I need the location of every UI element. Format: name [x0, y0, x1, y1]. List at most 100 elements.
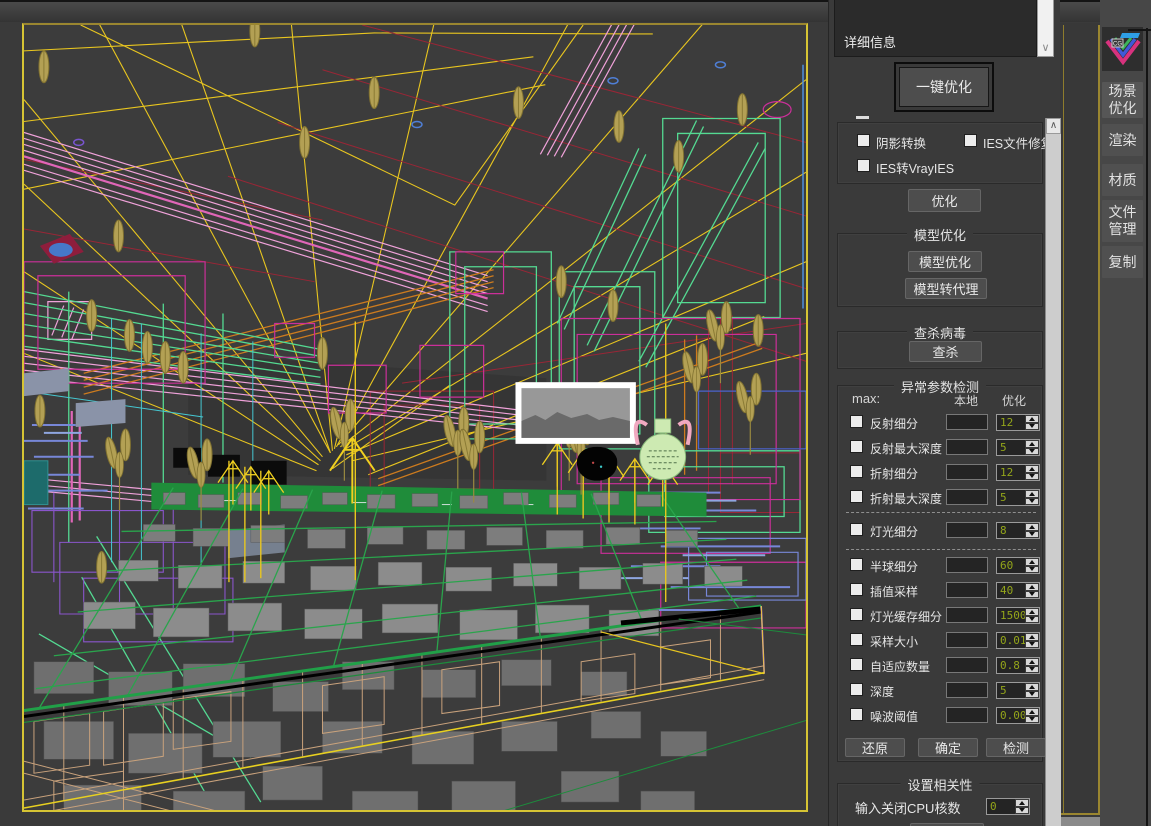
local-input[interactable]: [946, 657, 988, 673]
chevron-down-icon[interactable]: ∨: [1038, 43, 1053, 54]
local-input[interactable]: [946, 607, 988, 623]
spinner-buttons[interactable]: [1025, 440, 1039, 455]
tab-file-manage[interactable]: 文件管理: [1102, 200, 1143, 242]
local-input[interactable]: [946, 414, 988, 430]
value-spinner[interactable]: 8: [996, 522, 1040, 539]
chevron-up-icon[interactable]: ∧: [1046, 118, 1061, 134]
model-optimize-button[interactable]: 模型优化: [908, 251, 982, 272]
value-spinner[interactable]: 0.8: [996, 657, 1040, 674]
spin-up-icon[interactable]: [1025, 415, 1039, 423]
local-input[interactable]: [946, 682, 988, 698]
spin-down-icon[interactable]: [1025, 423, 1039, 431]
spin-up-icon[interactable]: [1015, 799, 1029, 807]
spin-up-icon[interactable]: [1025, 465, 1039, 473]
shadow-convert-checkbox[interactable]: [857, 134, 870, 147]
info-listbox[interactable]: 详细信息: [834, 0, 1037, 57]
spin-down-icon[interactable]: [1025, 448, 1039, 456]
spin-up-icon[interactable]: [1025, 633, 1039, 641]
value-spinner[interactable]: 12: [996, 414, 1040, 431]
tab-material[interactable]: 材质: [1102, 164, 1143, 196]
param-checkbox[interactable]: [850, 490, 863, 503]
param-checkbox[interactable]: [850, 583, 863, 596]
param-checkbox[interactable]: [850, 708, 863, 721]
spin-up-icon[interactable]: [1025, 440, 1039, 448]
info-scrollbar[interactable]: ∨: [1037, 0, 1054, 57]
restore-button[interactable]: 还原: [845, 738, 905, 757]
local-input[interactable]: [946, 464, 988, 480]
param-label: 插值采样: [870, 583, 918, 600]
spin-down-icon[interactable]: [1025, 591, 1039, 599]
viewport-3d[interactable]: [22, 23, 808, 812]
ies-fix-checkbox[interactable]: [964, 134, 977, 147]
spinner-buttons[interactable]: [1025, 583, 1039, 598]
virus-scan-button[interactable]: 查杀: [909, 341, 982, 362]
value-spinner[interactable]: 5: [996, 489, 1040, 506]
spin-up-icon[interactable]: [1025, 658, 1039, 666]
spinner-buttons[interactable]: [1025, 633, 1039, 648]
param-checkbox[interactable]: [850, 415, 863, 428]
local-input[interactable]: [946, 582, 988, 598]
value-spinner[interactable]: 60: [996, 557, 1040, 574]
spin-down-icon[interactable]: [1025, 566, 1039, 574]
param-checkbox[interactable]: [850, 558, 863, 571]
cpu-cores-spinner[interactable]: 0: [986, 798, 1030, 815]
value-spinner[interactable]: 0.00: [996, 707, 1040, 724]
param-checkbox[interactable]: [850, 658, 863, 671]
value-spinner[interactable]: 0.01: [996, 632, 1040, 649]
model-proxy-button[interactable]: 模型转代理: [905, 278, 987, 299]
spinner-buttons[interactable]: [1025, 708, 1039, 723]
value-spinner[interactable]: 40: [996, 582, 1040, 599]
spin-down-icon[interactable]: [1025, 641, 1039, 649]
spin-down-icon[interactable]: [1025, 473, 1039, 481]
spinner-buttons[interactable]: [1025, 558, 1039, 573]
param-checkbox[interactable]: [850, 608, 863, 621]
spinner-buttons[interactable]: [1025, 465, 1039, 480]
spin-down-icon[interactable]: [1025, 716, 1039, 724]
spinner-buttons[interactable]: [1025, 683, 1039, 698]
spin-down-icon[interactable]: [1025, 498, 1039, 506]
spin-up-icon[interactable]: [1025, 683, 1039, 691]
spinner-buttons[interactable]: [1025, 523, 1039, 538]
plugin-logo-button[interactable]: CG: [1102, 27, 1143, 71]
spin-up-icon[interactable]: [1025, 490, 1039, 498]
spinner-buttons[interactable]: [1025, 490, 1039, 505]
value-spinner[interactable]: 12: [996, 464, 1040, 481]
value-spinner[interactable]: 1500: [996, 607, 1040, 624]
local-input[interactable]: [946, 439, 988, 455]
spin-down-icon[interactable]: [1025, 531, 1039, 539]
confirm-button[interactable]: 确定: [918, 738, 978, 757]
panel-scrollbar[interactable]: ∧: [1045, 118, 1061, 826]
spinner-buttons[interactable]: [1015, 799, 1029, 814]
spin-up-icon[interactable]: [1025, 583, 1039, 591]
spin-up-icon[interactable]: [1025, 708, 1039, 716]
tab-scene-optimize[interactable]: 场景优化: [1102, 82, 1143, 118]
spin-down-icon[interactable]: [1025, 616, 1039, 624]
ies-vray-checkbox[interactable]: [857, 159, 870, 172]
optimize-button[interactable]: 优化: [908, 189, 981, 212]
local-input[interactable]: [946, 489, 988, 505]
spin-down-icon[interactable]: [1025, 691, 1039, 699]
spin-down-icon[interactable]: [1015, 807, 1029, 815]
param-checkbox[interactable]: [850, 465, 863, 478]
value-spinner[interactable]: 5: [996, 682, 1040, 699]
param-checkbox[interactable]: [850, 523, 863, 536]
tab-render[interactable]: 渲染: [1102, 124, 1143, 156]
spinner-buttons[interactable]: [1025, 608, 1039, 623]
spin-up-icon[interactable]: [1025, 523, 1039, 531]
spinner-buttons[interactable]: [1025, 415, 1039, 430]
param-checkbox[interactable]: [850, 683, 863, 696]
local-input[interactable]: [946, 632, 988, 648]
spinner-buttons[interactable]: [1025, 658, 1039, 673]
one-click-optimize-button[interactable]: 一键优化: [899, 67, 989, 107]
spin-down-icon[interactable]: [1025, 666, 1039, 674]
local-input[interactable]: [946, 557, 988, 573]
param-checkbox[interactable]: [850, 633, 863, 646]
param-checkbox[interactable]: [850, 440, 863, 453]
detect-button[interactable]: 检测: [986, 738, 1046, 757]
spin-up-icon[interactable]: [1025, 608, 1039, 616]
local-input[interactable]: [946, 707, 988, 723]
value-spinner[interactable]: 5: [996, 439, 1040, 456]
local-input[interactable]: [946, 522, 988, 538]
tab-copy[interactable]: 复制: [1102, 246, 1143, 278]
spin-up-icon[interactable]: [1025, 558, 1039, 566]
